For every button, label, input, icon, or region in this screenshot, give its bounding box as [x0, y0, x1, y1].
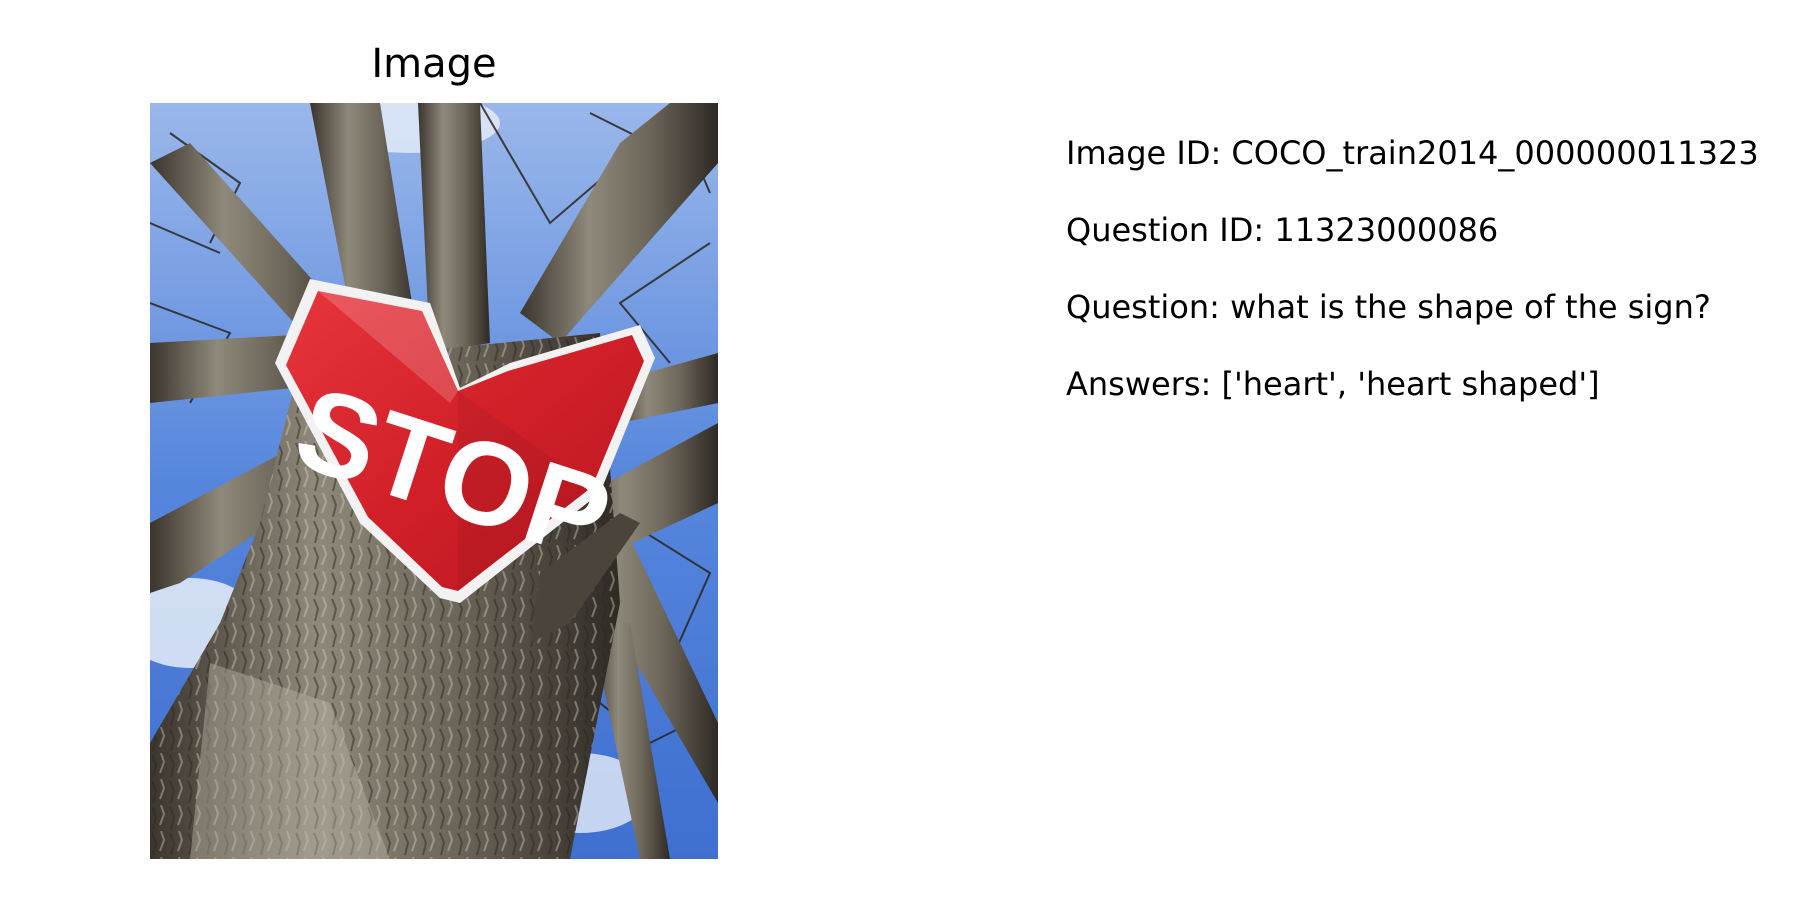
question-text: Question: what is the shape of the sign? [1066, 288, 1711, 326]
photo-stop-sign-in-tree: STOP [150, 103, 718, 859]
image-panel-title: Image [371, 41, 497, 87]
image-id-text: Image ID: COCO_train2014_000000011323 [1066, 134, 1759, 172]
photo-illustration: STOP [150, 103, 718, 859]
answers-text: Answers: ['heart', 'heart shaped'] [1066, 365, 1600, 403]
question-id-text: Question ID: 11323000086 [1066, 211, 1499, 249]
question-info-panel: Image ID: COCO_train2014_000000011323 Qu… [1066, 134, 1786, 442]
